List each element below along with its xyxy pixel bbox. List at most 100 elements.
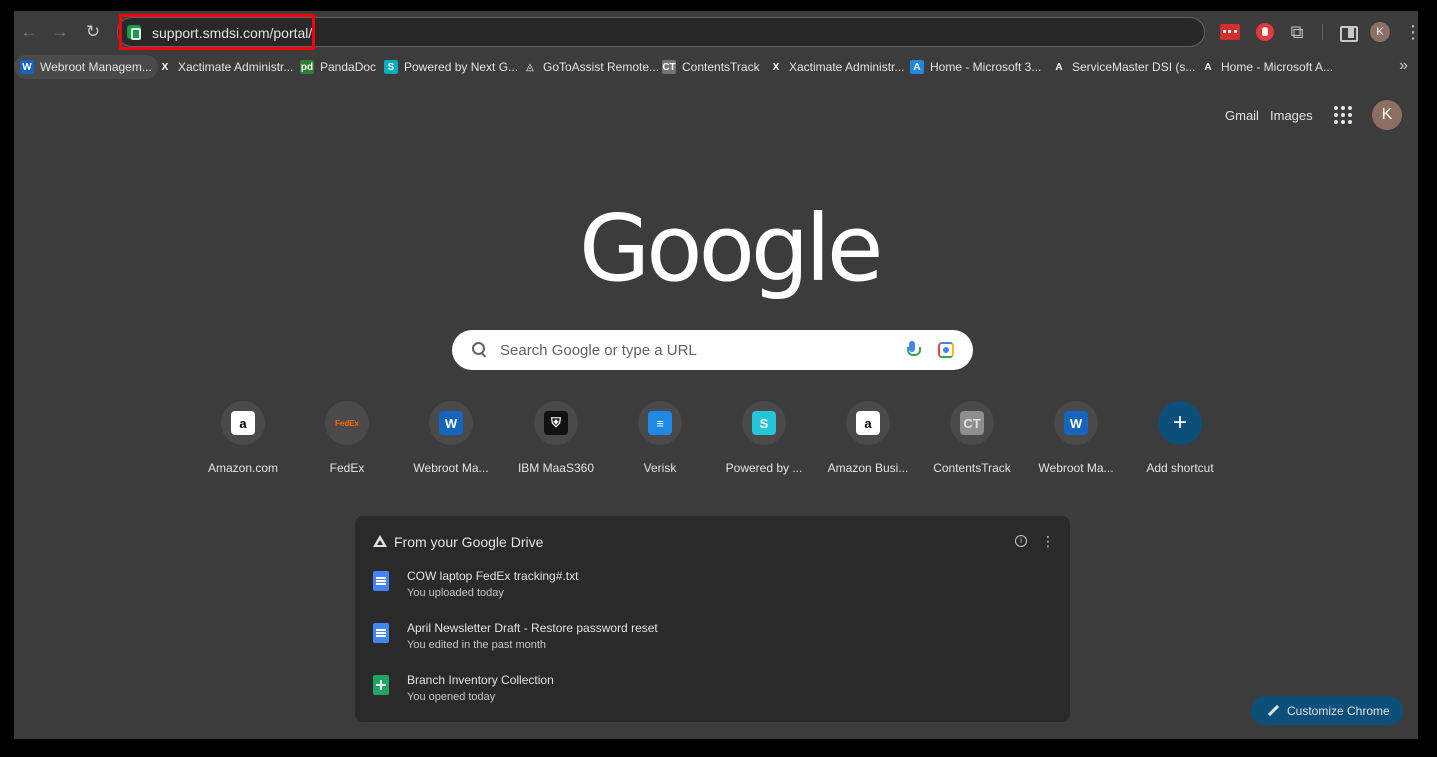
shortcut-favicon-icon: a (231, 411, 255, 435)
side-panel-icon[interactable] (1336, 21, 1358, 43)
browser-toolbar: ← → ↻ support.smdsi.com/portal/ ⧉ K ⋮ (14, 11, 1418, 53)
search-box[interactable] (452, 330, 973, 370)
drive-file-item[interactable]: Branch Inventory Collection You opened to… (373, 673, 973, 713)
plus-icon: + (1172, 409, 1187, 436)
gmail-link[interactable]: Gmail (1225, 108, 1259, 123)
drive-file-item[interactable]: COW laptop FedEx tracking#.txt You upload… (373, 569, 973, 609)
search-input[interactable] (500, 340, 880, 360)
shortcut-favicon-icon: S (752, 411, 776, 435)
docs-file-icon (373, 623, 389, 643)
bookmark-favicon-icon: X (769, 60, 783, 74)
stop-hand-extension-icon[interactable] (1254, 21, 1276, 43)
drive-card-title: From your Google Drive (394, 534, 544, 550)
bookmarks-bar: » W Webroot Managem... X Xactimate Administ… (14, 53, 1418, 81)
shortcut-tile[interactable]: a Amazon.com (193, 401, 293, 475)
drive-file-meta: You uploaded today (407, 587, 504, 599)
bookmark-label: PandaDoc (320, 60, 377, 74)
shortcut-tile[interactable]: W Webroot Ma... (401, 401, 501, 475)
bookmark-item[interactable]: X Xactimate Administr... (152, 55, 299, 79)
forward-button[interactable]: → (47, 20, 73, 44)
shortcut-favicon-icon: a (856, 411, 880, 435)
shortcut-label: Powered by ... (725, 461, 803, 475)
google-drive-card: From your Google Drive i ⋮ COW laptop Fe… (355, 516, 1070, 722)
password-manager-extension-icon[interactable] (1220, 24, 1240, 40)
bookmark-favicon-icon: S (384, 60, 398, 74)
bookmark-favicon-icon: W (20, 60, 34, 74)
drive-file-name: COW laptop FedEx tracking#.txt (407, 569, 579, 583)
shortcut-icon: W (429, 401, 473, 445)
bookmark-favicon-icon: X (158, 60, 172, 74)
customize-chrome-button[interactable]: Customize Chrome (1251, 696, 1403, 725)
shortcut-icon: S (742, 401, 786, 445)
shortcut-label: FedEx (329, 461, 365, 475)
drive-file-item[interactable]: April Newsletter Draft - Restore passwor… (373, 621, 973, 661)
bookmark-item[interactable]: ◬ GoToAssist Remote... (517, 55, 665, 79)
shortcut-icon: a (221, 401, 265, 445)
account-avatar[interactable]: K (1372, 100, 1402, 130)
shortcut-tile[interactable]: W Webroot Ma... (1026, 401, 1126, 475)
shortcut-icon: CT (950, 401, 994, 445)
chrome-menu-icon[interactable]: ⋮ (1404, 21, 1418, 43)
bookmark-item[interactable]: A ServiceMaster DSI (s... (1046, 55, 1201, 79)
bookmark-item[interactable]: pd PandaDoc (294, 55, 382, 79)
shortcut-icon: + (1158, 401, 1202, 445)
profile-avatar[interactable]: K (1370, 22, 1390, 42)
google-logo: Google (579, 195, 883, 302)
bookmark-favicon-icon: CT (662, 60, 676, 74)
shortcut-label: Amazon Busi... (827, 461, 909, 475)
add-shortcut-button[interactable]: + Add shortcut (1130, 401, 1230, 475)
bookmark-item[interactable]: W Webroot Managem... (14, 55, 158, 79)
bookmark-label: Home - Microsoft A... (1221, 60, 1334, 74)
browser-window: ← → ↻ support.smdsi.com/portal/ ⧉ K ⋮ » … (14, 11, 1418, 739)
bookmark-favicon-icon: ◬ (523, 60, 537, 74)
drive-file-meta: You edited in the past month (407, 639, 547, 651)
toolbar-divider (1322, 24, 1323, 40)
docs-file-icon (373, 571, 389, 591)
shortcut-tile[interactable]: FedEx FedEx (297, 401, 397, 475)
shortcut-favicon-icon: ≡ (648, 411, 672, 435)
bookmark-label: Powered by Next G... (404, 60, 519, 74)
bookmarks-overflow-icon[interactable]: » (1399, 57, 1408, 75)
shortcut-tile[interactable]: a Amazon Busi... (818, 401, 918, 475)
bookmark-label: ContentsTrack (682, 60, 760, 74)
shortcut-tile[interactable]: ≡ Verisk (610, 401, 710, 475)
shortcut-favicon-icon: W (1064, 411, 1088, 435)
shortcut-tile[interactable]: CT ContentsTrack (922, 401, 1022, 475)
drive-file-name: Branch Inventory Collection (407, 673, 554, 687)
shortcut-icon: ⛨ (534, 401, 578, 445)
reload-button[interactable]: ↻ (80, 20, 106, 44)
shortcut-favicon-icon: CT (960, 411, 984, 435)
customize-chrome-label: Customize Chrome (1287, 703, 1390, 718)
bookmark-favicon-icon: A (1052, 60, 1066, 74)
sheets-file-icon (373, 675, 389, 695)
bookmark-label: Xactimate Administr... (178, 60, 294, 74)
google-apps-icon[interactable] (1334, 106, 1352, 124)
back-button[interactable]: ← (16, 20, 42, 44)
drive-file-meta: You opened today (407, 691, 496, 703)
shortcut-icon: W (1054, 401, 1098, 445)
info-icon[interactable]: i (1015, 535, 1027, 547)
drive-file-name: April Newsletter Draft - Restore passwor… (407, 621, 658, 635)
bookmark-favicon-icon: pd (300, 60, 314, 74)
bookmark-item[interactable]: A Home - Microsoft 3... (904, 55, 1047, 79)
bookmark-item[interactable]: CT ContentsTrack (656, 55, 766, 79)
shortcut-favicon-icon: FedEx (334, 418, 359, 428)
google-lens-icon[interactable] (938, 342, 954, 358)
bookmark-item[interactable]: S Powered by Next G... (378, 55, 524, 79)
bookmark-favicon-icon: A (1201, 60, 1215, 74)
bookmark-label: ServiceMaster DSI (s... (1072, 60, 1196, 74)
bookmark-item[interactable]: X Xactimate Administr... (763, 55, 910, 79)
drive-icon (373, 535, 387, 548)
shortcut-label: Add shortcut (1146, 461, 1214, 475)
voice-search-mic-icon[interactable] (907, 341, 921, 359)
bookmark-label: Webroot Managem... (40, 60, 152, 74)
shortcut-tile[interactable]: S Powered by ... (714, 401, 814, 475)
bookmark-item[interactable]: A Home - Microsoft A... (1195, 55, 1339, 79)
shortcut-label: Webroot Ma... (413, 461, 489, 475)
extensions-puzzle-icon[interactable]: ⧉ (1286, 21, 1308, 43)
bookmark-label: Home - Microsoft 3... (930, 60, 1042, 74)
images-link[interactable]: Images (1270, 108, 1313, 123)
shortcut-tile[interactable]: ⛨ IBM MaaS360 (506, 401, 606, 475)
shortcut-label: ContentsTrack (933, 461, 1011, 475)
more-options-icon[interactable]: ⋮ (1041, 532, 1055, 550)
